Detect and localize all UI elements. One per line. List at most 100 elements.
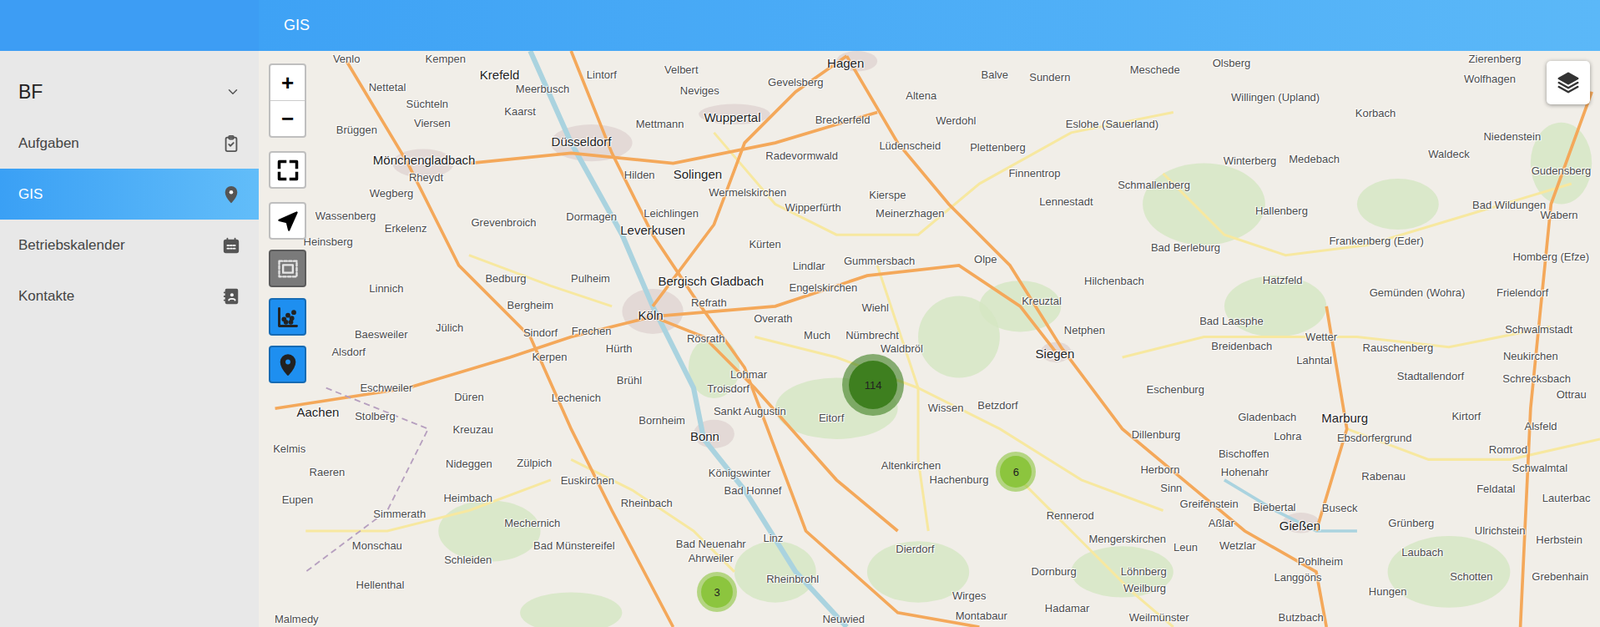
- select-area-button[interactable]: [268, 249, 307, 288]
- heatmap-button[interactable]: [268, 297, 307, 336]
- place-label: Kempen: [425, 53, 466, 66]
- scatter-chart-icon: [276, 305, 300, 329]
- place-label: Aßlar: [1208, 517, 1235, 530]
- place-label: Leichlingen: [643, 206, 699, 219]
- place-label: Hallenberg: [1255, 205, 1308, 218]
- place-label: Mönchengladbach: [373, 153, 476, 168]
- place-label: Rheinbrohl: [766, 572, 819, 585]
- marker-cluster[interactable]: 3: [701, 575, 733, 608]
- place-label: Jülich: [435, 321, 464, 334]
- place-label: Lindlar: [792, 260, 826, 273]
- marker-button[interactable]: [268, 345, 307, 384]
- cluster-count: 3: [713, 585, 720, 599]
- place-label: Hadamar: [1044, 602, 1090, 615]
- place-label: Raeren: [309, 466, 346, 479]
- place-label: Rauschenberg: [1362, 342, 1434, 354]
- place-label: Leun: [1173, 540, 1198, 553]
- place-label: Gießen: [1279, 519, 1321, 534]
- place-label: Wirges: [952, 590, 986, 602]
- fullscreen-icon: [276, 158, 300, 182]
- place-label: Bad Laasphe: [1199, 315, 1264, 328]
- chevron-icon: [225, 84, 241, 100]
- place-label: Wabern: [1540, 209, 1579, 222]
- place-label: Biebertal: [1252, 501, 1296, 514]
- place-label: Altenkirchen: [881, 459, 942, 472]
- place-label: Schleiden: [444, 554, 492, 566]
- place-label: Langgöns: [1273, 571, 1322, 584]
- sidebar-item-label: GIS: [18, 186, 43, 203]
- sidebar-item-label: Betriebskalender: [18, 237, 126, 254]
- place-label: Düsseldorf: [551, 135, 612, 150]
- place-label: Neviges: [680, 85, 720, 97]
- place-label: Lüdenscheid: [878, 140, 941, 152]
- place-label: Weilburg: [1123, 581, 1166, 594]
- place-label: Hatzfeld: [1262, 274, 1303, 287]
- sidebar-item[interactable]: GIS: [0, 168, 259, 220]
- zoom-in-button[interactable]: +: [270, 65, 305, 101]
- marker-cluster[interactable]: 6: [999, 455, 1032, 488]
- place-label: Lennestadt: [1039, 196, 1093, 208]
- place-label: Hellenthal: [356, 579, 405, 591]
- place-label: Wipperfürth: [784, 201, 841, 214]
- place-label: Wissen: [928, 402, 965, 414]
- map[interactable]: VenloKempenKrefeldLintorfVelbertHagenGev…: [258, 50, 1600, 627]
- place-label: Zülpich: [516, 457, 552, 470]
- place-label: Kreuztal: [1021, 295, 1062, 308]
- place-label: Bad Berleburg: [1150, 242, 1221, 254]
- place-label: Alsdorf: [331, 346, 365, 359]
- place-label: Hürth: [605, 343, 633, 355]
- place-label: Mengerskirchen: [1089, 533, 1167, 546]
- map-tiles: [258, 50, 1600, 627]
- layers-button[interactable]: [1546, 60, 1590, 105]
- place-label: Dornburg: [1031, 565, 1077, 578]
- place-label: Winterberg: [1223, 155, 1277, 167]
- place-label: Gevelsberg: [767, 76, 823, 89]
- place-label: Meschede: [1130, 64, 1181, 76]
- place-label: Linz: [762, 531, 783, 544]
- place-label: Medebach: [1288, 153, 1340, 166]
- place-label: Sankt Augustin: [713, 405, 787, 418]
- place-label: Velbert: [664, 64, 698, 76]
- locate-button[interactable]: [268, 201, 307, 240]
- place-label: Kaarst: [504, 105, 536, 118]
- place-label: Gudensberg: [1531, 165, 1592, 177]
- place-label: Heimbach: [443, 492, 493, 505]
- sidebar-item[interactable]: Aufgaben: [0, 117, 259, 169]
- map-controls: +−: [268, 63, 307, 384]
- marker-cluster[interactable]: 114: [848, 360, 898, 409]
- page-title: GIS: [283, 16, 310, 35]
- place-label: Netphen: [1064, 324, 1106, 337]
- place-label: Hilden: [624, 169, 656, 182]
- place-label: Meerbusch: [515, 83, 570, 96]
- header-brand: [0, 0, 259, 51]
- place-label: Stolberg: [354, 410, 395, 423]
- place-label: Korbach: [1355, 106, 1396, 119]
- fullscreen-button[interactable]: [268, 151, 307, 189]
- place-label: Breidenbach: [1211, 339, 1272, 352]
- place-label: Bad Münstereifel: [533, 540, 616, 552]
- zoom-out-button[interactable]: −: [270, 100, 305, 137]
- place-label: Neuwied: [822, 613, 865, 626]
- place-label: Olpe: [974, 252, 997, 265]
- sidebar-item[interactable]: Betriebskalender: [0, 219, 259, 271]
- place-label: Romrod: [1488, 444, 1528, 456]
- group-toggle[interactable]: BF: [0, 65, 259, 118]
- header-bar: GIS: [258, 0, 1600, 51]
- cluster-count: 6: [1013, 465, 1020, 479]
- place-label: Hachenburg: [929, 474, 990, 486]
- place-label: Stadtallendorf: [1397, 370, 1464, 383]
- address-book-icon: [222, 287, 241, 306]
- place-label: Nideggen: [445, 458, 493, 470]
- sidebar-item[interactable]: Kontakte: [0, 270, 259, 322]
- place-label: Simmerath: [373, 508, 426, 520]
- place-label: Olsberg: [1212, 57, 1252, 70]
- place-label: Refrath: [691, 297, 727, 309]
- place-label: Schrecksbach: [1502, 373, 1571, 385]
- place-label: Ottrau: [1556, 388, 1587, 401]
- place-label: Kelmis: [272, 443, 306, 455]
- place-label: Bad Wildungen: [1472, 199, 1546, 212]
- place-label: Eschenburg: [1146, 383, 1205, 396]
- place-label: Homberg (Efze): [1512, 251, 1590, 263]
- zoom-control: +−: [268, 63, 307, 138]
- place-label: Montabaur: [955, 609, 1008, 621]
